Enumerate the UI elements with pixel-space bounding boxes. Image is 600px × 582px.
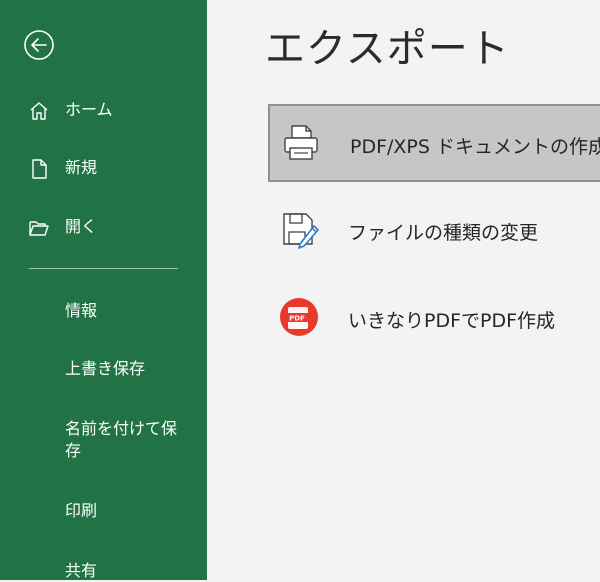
change-file-type-icon: [283, 213, 319, 249]
export-pane: エクスポート PDF/XPS ドキュメントの作成 ファイルの種類の変更 PDF …: [207, 0, 600, 580]
nav-save[interactable]: 上書き保存: [0, 348, 207, 392]
nav-print-label: 印刷: [65, 501, 98, 520]
ikinari-pdf-label: いきなりPDFでPDF作成: [348, 310, 556, 332]
change-file-type-label: ファイルの種類の変更: [348, 222, 539, 244]
nav-save-as-label: 名前を付けて保存: [65, 419, 178, 460]
back-button[interactable]: [22, 28, 56, 62]
nav-home-label: ホーム: [65, 100, 113, 119]
nav-info-label: 情報: [65, 301, 98, 320]
ikinari-pdf-option[interactable]: PDF いきなりPDFでPDF作成: [268, 280, 600, 358]
create-pdf-xps-option[interactable]: PDF/XPS ドキュメントの作成: [268, 104, 600, 182]
home-icon: [30, 102, 48, 120]
svg-text:PDF: PDF: [289, 315, 305, 323]
pdf-xps-printer-icon: [284, 125, 318, 160]
nav-home[interactable]: ホーム: [0, 88, 207, 132]
create-pdf-xps-label: PDF/XPS ドキュメントの作成: [350, 136, 600, 158]
sidebar-divider: [29, 268, 178, 269]
nav-share[interactable]: 共有: [0, 550, 207, 580]
ikinari-pdf-icon: PDF: [280, 298, 318, 336]
nav-open[interactable]: 開く: [0, 205, 207, 249]
nav-print[interactable]: 印刷: [0, 490, 207, 534]
back-arrow-icon: [24, 30, 54, 60]
nav-save-as[interactable]: 名前を付けて保存: [0, 410, 207, 470]
nav-new[interactable]: 新規: [0, 146, 207, 190]
new-document-icon: [32, 159, 47, 179]
nav-new-label: 新規: [65, 158, 98, 177]
nav-info[interactable]: 情報: [0, 290, 207, 334]
nav-share-label: 共有: [65, 561, 98, 580]
nav-save-label: 上書き保存: [65, 359, 146, 378]
nav-open-label: 開く: [65, 217, 98, 236]
change-file-type-option[interactable]: ファイルの種類の変更: [268, 192, 600, 270]
page-title: エクスポート: [265, 26, 510, 72]
open-folder-icon: [29, 221, 49, 236]
backstage-sidebar: ホーム 新規 開く 情報 上書き保存 名前を付けて保存 印刷 共有: [0, 0, 207, 580]
